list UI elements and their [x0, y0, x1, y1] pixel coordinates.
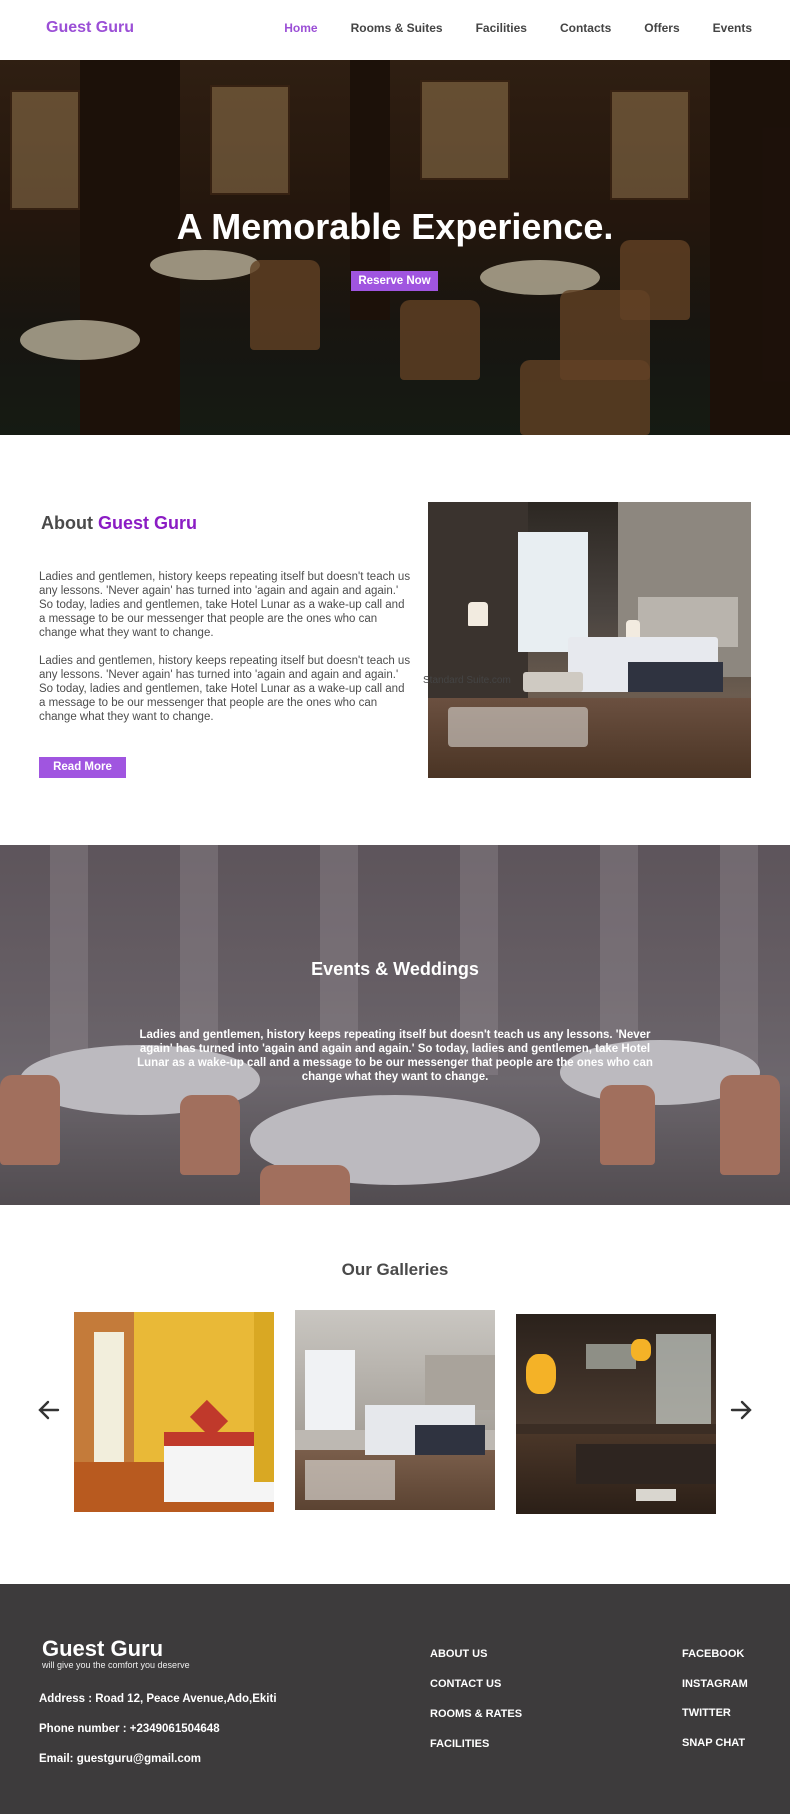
footer-link-about-us[interactable]: ABOUT US — [430, 1648, 487, 1660]
footer-link-rooms-rates[interactable]: ROOMS & RATES — [430, 1708, 522, 1720]
footer-social-instagram[interactable]: INSTAGRAM — [682, 1678, 748, 1690]
nav-links: Home Rooms & Suites Facilities Contacts … — [284, 21, 752, 35]
arrow-left-icon[interactable] — [36, 1397, 62, 1423]
footer-social-facebook[interactable]: FACEBOOK — [682, 1648, 744, 1660]
events-section: Events & Weddings Ladies and gentlemen, … — [0, 845, 790, 1205]
about-title: About Guest Guru — [41, 513, 197, 534]
events-description: Ladies and gentlemen, history keeps repe… — [137, 1029, 653, 1083]
footer: Guest Guru will give you the comfort you… — [0, 1584, 790, 1814]
gallery-image-1[interactable] — [74, 1312, 274, 1512]
about-image-caption: Standard Suite.com — [423, 675, 511, 686]
top-navbar: Guest Guru Home Rooms & Suites Facilitie… — [0, 0, 790, 60]
read-more-button[interactable]: Read More — [39, 757, 126, 778]
nav-link-facilities[interactable]: Facilities — [476, 21, 527, 35]
about-title-prefix: About — [41, 513, 93, 533]
footer-social-snap-chat[interactable]: SNAP CHAT — [682, 1737, 745, 1749]
footer-social-twitter[interactable]: TWITTER — [682, 1707, 731, 1719]
footer-link-facilities[interactable]: FACILITIES — [430, 1738, 489, 1750]
gallery-image-2[interactable] — [295, 1310, 495, 1510]
about-paragraph-2: Ladies and gentlemen, history keeps repe… — [39, 655, 411, 723]
footer-address: Address : Road 12, Peace Avenue,Ado,Ekit… — [39, 1693, 277, 1705]
footer-brand: Guest Guru — [42, 1636, 164, 1661]
gallery-title: Our Galleries — [341, 1260, 449, 1279]
events-title: Events & Weddings — [311, 959, 479, 979]
about-paragraph-1: Ladies and gentlemen, history keeps repe… — [39, 571, 411, 639]
footer-phone: Phone number : +2349061504648 — [39, 1723, 220, 1735]
reserve-now-button[interactable]: Reserve Now — [351, 271, 438, 291]
nav-link-home[interactable]: Home — [284, 21, 317, 35]
gallery-image-3[interactable] — [516, 1314, 716, 1514]
nav-link-events[interactable]: Events — [713, 21, 752, 35]
nav-link-offers[interactable]: Offers — [644, 21, 679, 35]
footer-link-contact-us[interactable]: CONTACT US — [430, 1678, 501, 1690]
footer-tagline: will give you the comfort you deserve — [42, 1660, 190, 1670]
hero-title: A Memorable Experience. — [176, 206, 614, 247]
arrow-right-icon[interactable] — [728, 1397, 754, 1423]
about-suite-image — [428, 502, 751, 778]
footer-email: Email: guestguru@gmail.com — [39, 1753, 202, 1765]
nav-link-rooms-suites[interactable]: Rooms & Suites — [351, 21, 443, 35]
nav-link-contacts[interactable]: Contacts — [560, 21, 611, 35]
brand-logo[interactable]: Guest Guru — [46, 19, 134, 37]
about-title-accent: Guest Guru — [98, 513, 198, 533]
hero-banner: A Memorable Experience. Reserve Now — [0, 60, 790, 435]
